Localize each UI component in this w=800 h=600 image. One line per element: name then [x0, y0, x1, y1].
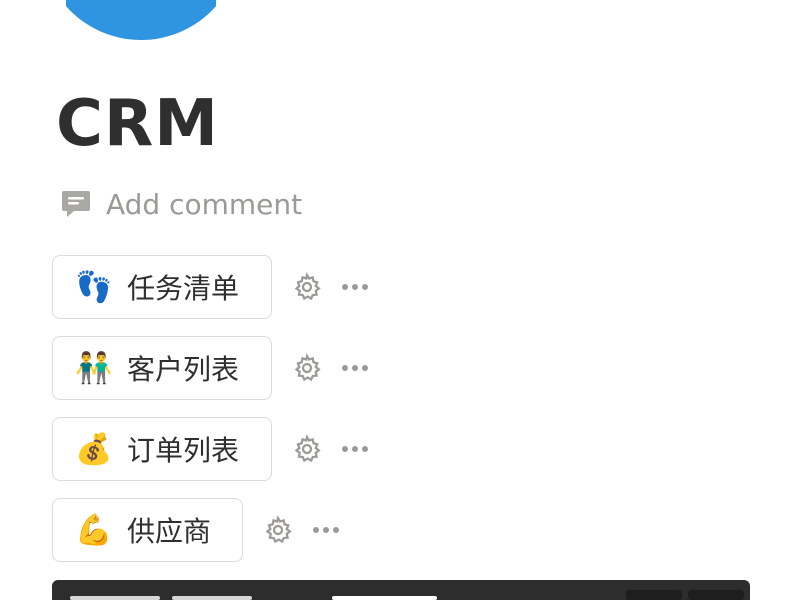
page-title: CRM [56, 87, 219, 161]
link-row: 💰 订单列表 [52, 416, 376, 482]
gear-icon[interactable] [292, 272, 322, 302]
bottom-toolbar [52, 580, 750, 600]
more-options-icon[interactable] [342, 363, 376, 373]
link-label: 供应商 [127, 515, 212, 548]
toolbar-button[interactable] [626, 590, 682, 600]
toolbar-segment[interactable] [172, 596, 252, 600]
people-icon: 👬 [75, 350, 113, 386]
link-row: 👣 任务清单 [52, 254, 376, 320]
toolbar-button[interactable] [688, 590, 744, 600]
link-button-suppliers[interactable]: 💪 供应商 [52, 498, 243, 562]
comment-icon [60, 189, 92, 219]
toolbar-segment[interactable] [70, 596, 160, 600]
globe-icon[interactable] [66, 0, 216, 40]
footprints-icon: 👣 [75, 269, 113, 305]
link-row: 💪 供应商 [52, 497, 347, 563]
link-row: 👬 客户列表 [52, 335, 376, 401]
add-comment-button[interactable]: Add comment [60, 184, 302, 224]
link-label: 客户列表 [127, 353, 240, 386]
gear-icon[interactable] [292, 353, 322, 383]
more-options-icon[interactable] [313, 525, 347, 535]
gear-icon[interactable] [263, 515, 293, 545]
flexed-biceps-icon: 💪 [75, 512, 113, 548]
add-comment-label: Add comment [106, 187, 303, 221]
link-button-orders[interactable]: 💰 订单列表 [52, 417, 272, 481]
money-bag-icon: 💰 [75, 431, 113, 467]
more-options-icon[interactable] [342, 444, 376, 454]
link-label: 任务清单 [127, 272, 240, 305]
link-label: 订单列表 [127, 434, 240, 467]
gear-icon[interactable] [292, 434, 322, 464]
more-options-icon[interactable] [342, 282, 376, 292]
link-button-tasks[interactable]: 👣 任务清单 [52, 255, 272, 319]
toolbar-segment-active[interactable] [332, 596, 437, 600]
link-button-customers[interactable]: 👬 客户列表 [52, 336, 272, 400]
